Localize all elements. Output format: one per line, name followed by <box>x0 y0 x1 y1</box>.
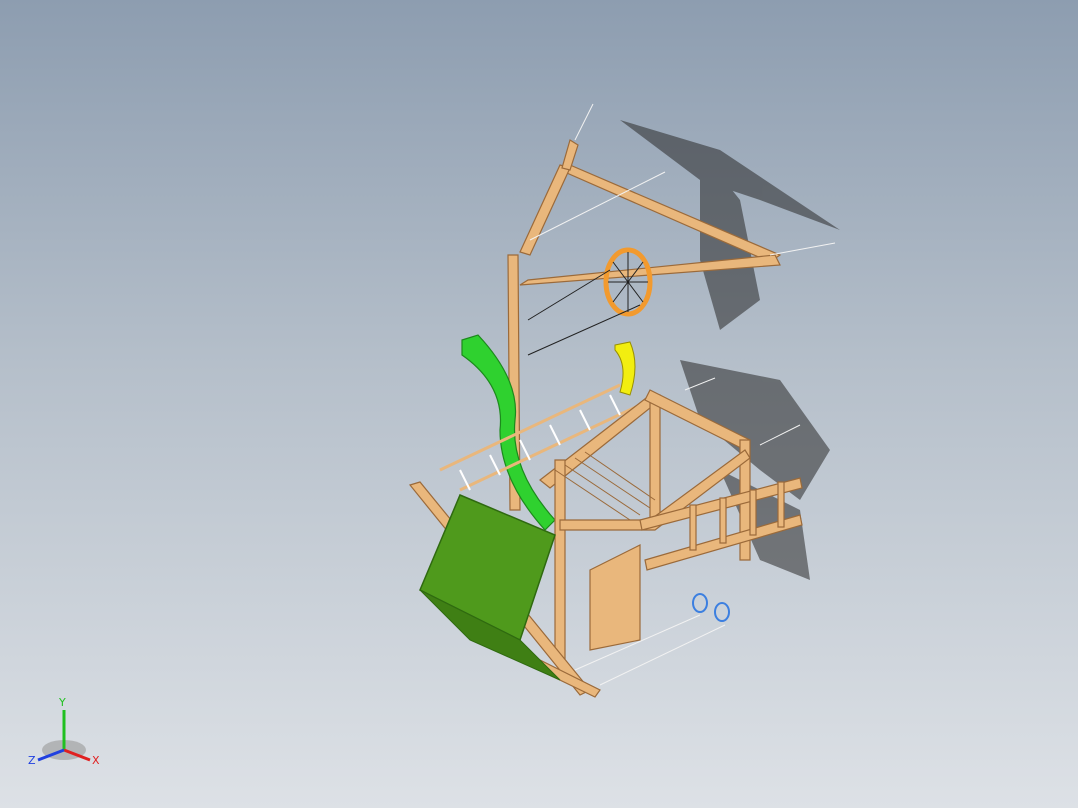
y-axis-label: Y <box>58 696 66 709</box>
cad-viewport[interactable]: Y X Z <box>0 0 1078 808</box>
playset-3d-model[interactable] <box>0 0 1078 808</box>
gym-rings[interactable] <box>692 593 730 622</box>
x-axis-label: X <box>92 754 100 767</box>
z-axis-label: Z <box>28 754 36 767</box>
orientation-triad[interactable]: Y X Z <box>22 690 112 780</box>
spider-web-swing[interactable] <box>527 247 653 356</box>
